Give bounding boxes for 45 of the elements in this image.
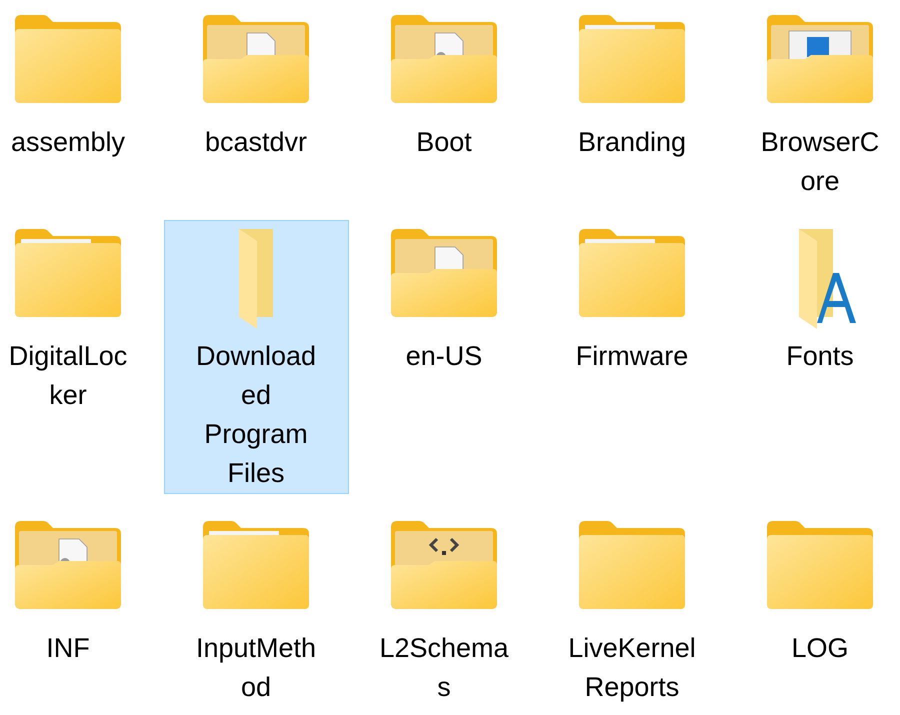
folder-name: Fonts bbox=[786, 340, 854, 373]
folder-item[interactable]: BrowserC ore bbox=[728, 6, 900, 202]
folder-icon bbox=[203, 15, 309, 103]
folder-name: bcastdvr bbox=[204, 126, 308, 159]
folder-item[interactable]: LOG bbox=[728, 512, 900, 708]
folder-icon bbox=[391, 229, 497, 317]
folder-item[interactable]: en-US bbox=[352, 220, 536, 494]
folder-name: Branding bbox=[578, 126, 686, 159]
folder-icon bbox=[767, 15, 873, 103]
folder-item[interactable]: InputMeth od bbox=[164, 512, 348, 708]
folder-item[interactable]: assembly bbox=[0, 6, 160, 202]
folder-item[interactable]: LiveKernel Reports bbox=[540, 512, 724, 708]
folder-icon bbox=[239, 229, 273, 329]
folder-item[interactable]: Branding bbox=[540, 6, 724, 202]
folder-icon bbox=[767, 521, 873, 609]
folder-name: INF bbox=[46, 632, 90, 665]
folder-icon bbox=[391, 521, 497, 609]
folder-item[interactable]: bcastdvr bbox=[164, 6, 348, 202]
folder-name: BrowserC ore bbox=[760, 126, 880, 198]
folder-name: InputMeth od bbox=[196, 632, 316, 704]
folder-icon bbox=[579, 521, 685, 609]
folder-icon bbox=[15, 229, 121, 317]
folder-icon bbox=[391, 15, 497, 103]
folder-name: assembly bbox=[10, 126, 126, 159]
folder-name: LiveKernel Reports bbox=[568, 632, 696, 704]
folder-item[interactable]: L2Schema s bbox=[352, 512, 536, 708]
folder-icon bbox=[579, 229, 685, 317]
folder-icon bbox=[203, 521, 309, 609]
folder-name: DigitalLoc ker bbox=[8, 340, 128, 412]
folder-icon bbox=[579, 15, 685, 103]
folder-item[interactable]: Firmware bbox=[540, 220, 724, 494]
folder-item[interactable]: Fonts bbox=[728, 220, 900, 494]
folder-item[interactable]: Download ed Program Files bbox=[164, 220, 348, 494]
folder-name: LOG bbox=[791, 632, 849, 665]
folder-icon bbox=[15, 521, 121, 609]
folder-icon bbox=[15, 15, 121, 103]
folder-name: Download ed Program Files bbox=[196, 340, 316, 490]
folder-icon bbox=[798, 229, 856, 329]
folder-name: Firmware bbox=[576, 340, 688, 373]
folder-name: Boot bbox=[416, 126, 472, 159]
folder-item[interactable]: DigitalLoc ker bbox=[0, 220, 160, 494]
folder-name: en-US bbox=[406, 340, 482, 373]
folder-name: L2Schema s bbox=[379, 632, 509, 704]
folder-item[interactable]: INF bbox=[0, 512, 160, 708]
folder-item[interactable]: Boot bbox=[352, 6, 536, 202]
